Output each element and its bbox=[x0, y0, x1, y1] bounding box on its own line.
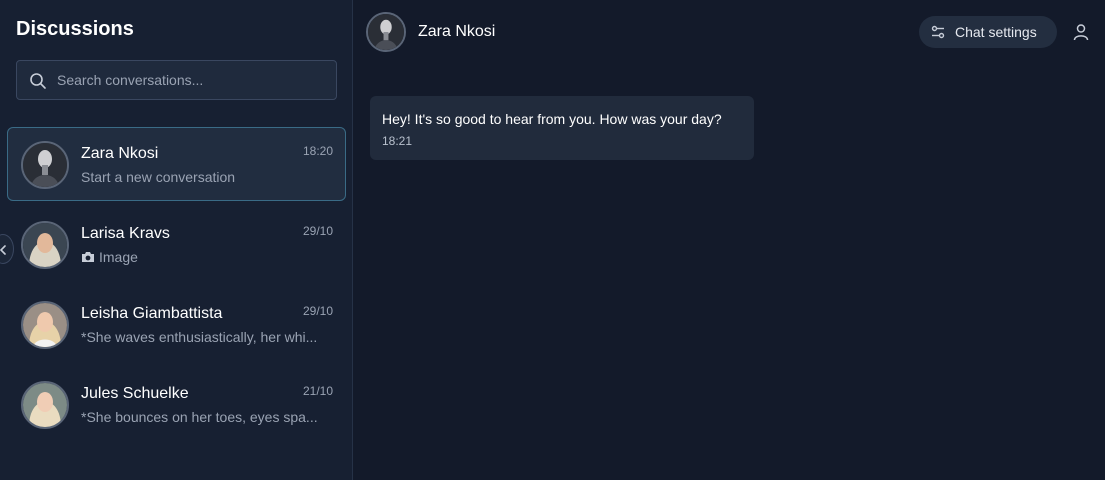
conversation-preview-text: Image bbox=[99, 249, 138, 265]
sidebar: Discussions Zara Nkosi Start a new conve… bbox=[0, 0, 353, 480]
chat-header-avatar[interactable] bbox=[366, 12, 406, 52]
search-box[interactable] bbox=[16, 60, 337, 100]
user-icon[interactable] bbox=[1072, 23, 1090, 41]
chevron-left-icon bbox=[0, 245, 6, 255]
conversation-preview: *She waves enthusiastically, her whi... bbox=[81, 329, 318, 345]
avatar bbox=[21, 301, 69, 349]
sidebar-title: Discussions bbox=[16, 18, 134, 40]
conversation-preview: Start a new conversation bbox=[81, 169, 236, 185]
message-time: 18:21 bbox=[382, 134, 413, 148]
search-input[interactable] bbox=[57, 61, 327, 99]
conversation-name: Leisha Giambattista bbox=[81, 305, 223, 322]
chat-settings-button[interactable]: Chat settings bbox=[919, 16, 1057, 48]
conversation-item-leisha-giambattista[interactable]: Leisha Giambattista *She waves enthusias… bbox=[7, 287, 346, 361]
message-bubble: Hey! It's so good to hear from you. How … bbox=[370, 96, 754, 160]
chat-settings-label: Chat settings bbox=[955, 24, 1037, 40]
sliders-icon bbox=[931, 25, 945, 39]
conversation-name: Zara Nkosi bbox=[81, 145, 159, 162]
conversation-item-larisa-kravs[interactable]: Larisa Kravs Image 29/10 bbox=[7, 207, 346, 281]
conversation-item-zara-nkosi[interactable]: Zara Nkosi Start a new conversation 18:2… bbox=[7, 127, 346, 201]
conversation-preview: Image bbox=[81, 249, 339, 265]
chat-header-name: Zara Nkosi bbox=[418, 23, 496, 40]
camera-icon bbox=[82, 252, 94, 262]
search-icon bbox=[30, 73, 46, 89]
conversation-time: 18:20 bbox=[302, 144, 333, 158]
avatar bbox=[21, 221, 69, 269]
conversation-preview: *She bounces on her toes, eyes spa... bbox=[81, 409, 318, 425]
conversation-name: Jules Schuelke bbox=[81, 385, 189, 402]
avatar bbox=[21, 381, 69, 429]
avatar bbox=[21, 141, 69, 189]
message-text: Hey! It's so good to hear from you. How … bbox=[382, 111, 722, 127]
conversation-time: 29/10 bbox=[302, 224, 333, 238]
conversation-time: 29/10 bbox=[302, 304, 333, 318]
conversation-name: Larisa Kravs bbox=[81, 225, 170, 242]
conversation-item-jules-schuelke[interactable]: Jules Schuelke *She bounces on her toes,… bbox=[7, 367, 346, 441]
conversation-time: 21/10 bbox=[302, 384, 333, 398]
